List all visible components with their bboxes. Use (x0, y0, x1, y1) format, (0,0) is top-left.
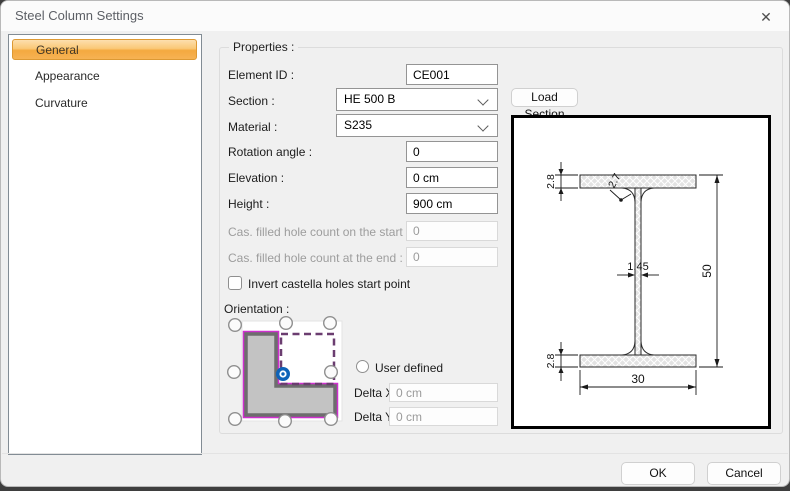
section-preview-panel: 2.8 2.8 50 30 (511, 115, 771, 429)
material-select[interactable]: S235 (336, 114, 498, 137)
elevation-label: Elevation : (228, 171, 284, 185)
dim-text-web: 1.45 (627, 261, 648, 273)
elevation-input[interactable] (406, 167, 498, 188)
fillet-curve (641, 341, 654, 355)
delta-x-input (389, 383, 498, 402)
height-label: Height : (228, 197, 269, 211)
close-button[interactable]: ✕ (755, 6, 777, 28)
dim-text-height: 50 (700, 264, 714, 278)
dim-arrow (715, 175, 720, 183)
footer-separator (2, 453, 788, 454)
title-bar: Steel Column Settings ✕ (1, 1, 789, 31)
section-select[interactable]: HE 500 B (336, 88, 498, 111)
dim-text-width: 30 (631, 372, 645, 386)
dim-arrow (688, 385, 696, 390)
cas-hole-start-label: Cas. filled hole count on the start : (228, 225, 409, 239)
dim-arrow (559, 349, 564, 355)
top-flange (580, 175, 696, 188)
height-input[interactable] (406, 193, 498, 214)
chevron-down-icon (477, 120, 488, 131)
dim-text-flange-top: 2.8 (545, 174, 557, 189)
sidebar-item-label: Curvature (35, 96, 88, 110)
orientation-radio-top-left[interactable] (229, 319, 242, 332)
delta-y-input (389, 407, 498, 426)
dim-arrow (580, 385, 588, 390)
invert-castella-label: Invert castella holes start point (248, 277, 410, 291)
dim-leader (610, 190, 621, 200)
orientation-radio-center-selected[interactable] (276, 367, 290, 381)
element-id-input[interactable] (406, 64, 498, 85)
dim-arrow (641, 273, 648, 278)
orientation-radio-middle-left[interactable] (228, 366, 241, 379)
cancel-button[interactable]: Cancel (707, 462, 781, 485)
dim-flange-top (555, 162, 578, 201)
section-label: Section : (228, 94, 275, 108)
cas-hole-end-input (406, 247, 498, 267)
fillet-curve (622, 341, 635, 355)
sidebar-item-curvature[interactable]: Curvature (12, 93, 197, 114)
steel-column-settings-dialog: Steel Column Settings ✕ General Appearan… (0, 0, 790, 487)
dim-arrow (628, 273, 635, 278)
properties-group-label: Properties : (229, 40, 298, 54)
dim-arrow (715, 359, 720, 367)
category-list: General Appearance Curvature (8, 34, 202, 455)
orientation-anchor-widget (225, 313, 345, 431)
chevron-down-icon (477, 94, 488, 105)
rotation-angle-label: Rotation angle : (228, 145, 312, 159)
dim-text-flange-bottom: 2.8 (545, 354, 557, 369)
close-icon: ✕ (760, 9, 772, 25)
orientation-radio-bottom-right[interactable] (325, 413, 338, 426)
sidebar-item-general[interactable]: General (12, 39, 197, 60)
sidebar-item-appearance[interactable]: Appearance (12, 66, 197, 87)
fillet-curve (641, 188, 654, 202)
sidebar-item-label: Appearance (35, 69, 100, 83)
orientation-radio-top-right[interactable] (324, 317, 337, 330)
bottom-flange (580, 355, 696, 367)
section-drawing: 2.8 2.8 50 30 (514, 118, 768, 426)
sidebar-item-label: General (36, 43, 79, 57)
material-label: Material : (228, 120, 277, 134)
load-section-button[interactable]: Load Section (511, 88, 578, 107)
user-defined-radio[interactable] (356, 360, 369, 373)
orientation-radio-bottom-center[interactable] (279, 415, 292, 428)
rotation-angle-input[interactable] (406, 141, 498, 162)
dim-arrow (559, 188, 564, 194)
element-id-label: Element ID : (228, 68, 294, 82)
orientation-radio-bottom-left[interactable] (229, 413, 242, 426)
orientation-radio-top-center[interactable] (280, 317, 293, 330)
cas-hole-end-label: Cas. filled hole count at the end : (228, 251, 403, 265)
orientation-radio-middle-right[interactable] (325, 366, 338, 379)
cas-hole-start-input (406, 221, 498, 241)
page-title: Steel Column Settings (15, 8, 144, 23)
dim-leader-dot (619, 198, 623, 202)
invert-castella-checkbox[interactable] (228, 276, 242, 290)
user-defined-label: User defined (375, 361, 443, 375)
dim-flange-bottom (555, 342, 578, 381)
dim-arrow (559, 367, 564, 373)
material-select-value: S235 (344, 118, 372, 132)
dim-arrow (559, 169, 564, 175)
section-select-value: HE 500 B (344, 92, 395, 106)
ok-button[interactable]: OK (621, 462, 695, 485)
